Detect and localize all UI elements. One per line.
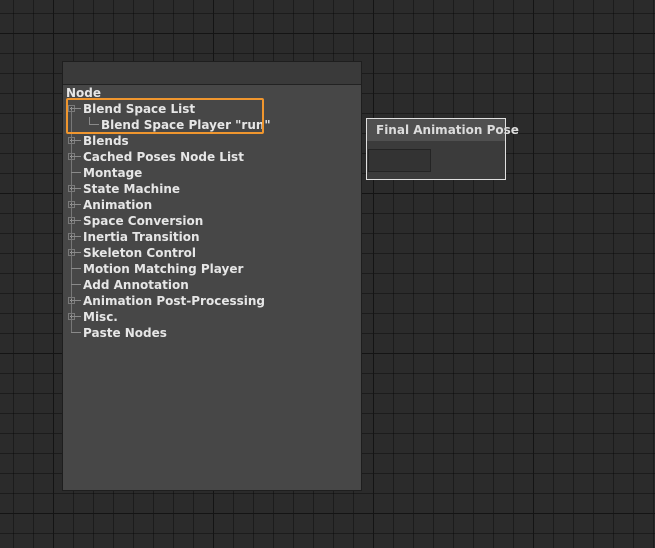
final-animation-pose-node[interactable]: Final Animation Pose	[366, 118, 519, 180]
tree-item-animation[interactable]: Animation	[63, 197, 361, 213]
tree-connector	[71, 156, 81, 157]
tree-item-cached-poses-node-list[interactable]: Cached Poses Node List	[63, 149, 361, 165]
menu-search-bar[interactable]	[63, 62, 361, 85]
tree-item-animation-post-processing[interactable]: Animation Post-Processing	[63, 293, 361, 309]
tree-item-montage[interactable]: Montage	[63, 165, 361, 181]
tree-item-add-annotation[interactable]: Add Annotation	[63, 277, 361, 293]
tree-item-inertia-transition[interactable]: Inertia Transition	[63, 229, 361, 245]
tree-connector	[71, 204, 81, 205]
tree-item-skeleton-control[interactable]: Skeleton Control	[63, 245, 361, 261]
tree-connector	[71, 172, 81, 173]
node-input-pin[interactable]	[368, 149, 431, 172]
tree-item-misc[interactable]: Misc.	[63, 309, 361, 325]
tree-item-paste-nodes[interactable]: Paste Nodes	[63, 325, 361, 341]
tree-connector	[71, 300, 81, 301]
tree-connector	[71, 220, 81, 221]
tree-connector	[71, 284, 81, 285]
tree-item-motion-matching-player[interactable]: Motion Matching Player	[63, 261, 361, 277]
tree-connector	[71, 140, 81, 141]
tree-connector	[71, 188, 81, 189]
highlight-box	[66, 98, 264, 134]
tree-connector	[71, 332, 81, 333]
tree-connector	[71, 268, 81, 269]
tree-connector	[71, 236, 81, 237]
tree-connector	[71, 252, 81, 253]
node-title: Final Animation Pose	[367, 119, 519, 141]
tree-item-state-machine[interactable]: State Machine	[63, 181, 361, 197]
tree-item-blends[interactable]: Blends	[63, 133, 361, 149]
node-tree: Blend Space List Blend Space Player "run…	[63, 101, 361, 341]
tree-connector	[71, 316, 81, 317]
tree-item-space-conversion[interactable]: Space Conversion	[63, 213, 361, 229]
